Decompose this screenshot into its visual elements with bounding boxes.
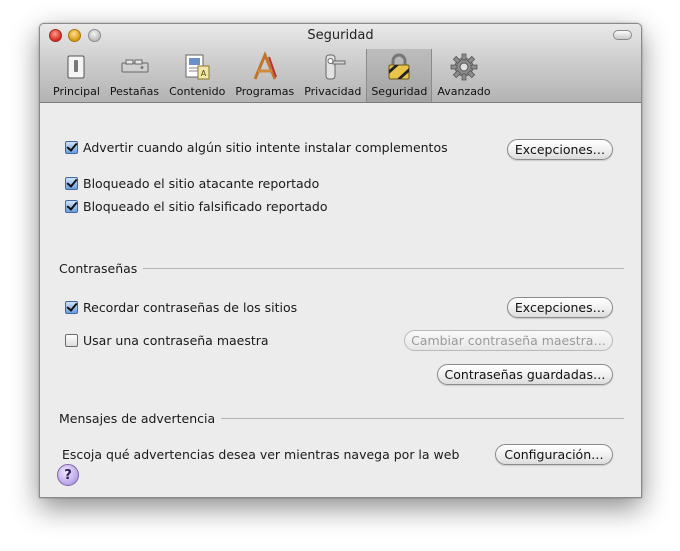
tab-programas[interactable]: Programas bbox=[230, 49, 299, 102]
warnings-description-row: Escoja qué advertencias desea ver mientr… bbox=[62, 447, 459, 462]
remember-passwords-row: Recordar contraseñas de los sitios bbox=[65, 300, 297, 315]
gear-icon bbox=[450, 53, 478, 81]
remember-passwords-label: Recordar contraseñas de los sitios bbox=[83, 300, 298, 315]
toolbar-toggle-button[interactable] bbox=[613, 30, 632, 40]
warnings-settings-button[interactable]: Configuración… bbox=[495, 444, 613, 465]
window-title: Seguridad bbox=[307, 28, 374, 43]
applications-icon bbox=[253, 51, 277, 80]
tab-principal[interactable]: Principal bbox=[48, 49, 105, 102]
block-attack-checkbox[interactable] bbox=[65, 177, 78, 190]
lock-icon bbox=[388, 53, 410, 80]
tab-pestanas[interactable]: Pestañas bbox=[105, 49, 164, 102]
help-button[interactable]: ? bbox=[57, 464, 79, 486]
addons-exceptions-button[interactable]: Excepciones… bbox=[507, 139, 613, 160]
block-forgery-row: Bloqueado el sitio falsificado reportado bbox=[65, 199, 327, 214]
security-panel: Advertir cuando algún sitio intente inst… bbox=[40, 104, 641, 497]
section-divider bbox=[143, 268, 624, 269]
switch-icon bbox=[67, 55, 85, 79]
change-master-password-button[interactable]: Cambiar contraseña maestra… bbox=[404, 330, 613, 351]
preferences-window: Seguridad Principal Pestañas A Contenido… bbox=[39, 23, 642, 498]
tab-label: Pestañas bbox=[109, 85, 160, 98]
tab-label: Programas bbox=[235, 85, 295, 98]
warn-addons-row: Advertir cuando algún sitio intente inst… bbox=[65, 140, 448, 155]
tab-label: Avanzado bbox=[437, 85, 491, 98]
tab-label: Seguridad bbox=[371, 85, 428, 98]
tab-label: Privacidad bbox=[304, 85, 362, 98]
privacy-icon bbox=[325, 54, 346, 80]
block-attack-row: Bloqueado el sitio atacante reportado bbox=[65, 176, 319, 191]
tab-seguridad[interactable]: Seguridad bbox=[366, 49, 433, 102]
passwords-heading: Contraseñas bbox=[59, 261, 138, 276]
content-icon: A bbox=[185, 54, 210, 80]
block-attack-label: Bloqueado el sitio atacante reportado bbox=[83, 176, 320, 191]
section-divider bbox=[221, 418, 624, 419]
question-mark-icon: ? bbox=[64, 467, 72, 483]
saved-passwords-button[interactable]: Contraseñas guardadas… bbox=[437, 364, 613, 385]
preferences-toolbar: Principal Pestañas A Contenido Programas… bbox=[48, 49, 496, 102]
remember-passwords-checkbox[interactable] bbox=[65, 301, 78, 314]
svg-text:A: A bbox=[201, 69, 207, 78]
tabs-icon bbox=[121, 59, 148, 73]
master-password-checkbox[interactable] bbox=[65, 334, 78, 347]
block-forgery-label: Bloqueado el sitio falsificado reportado bbox=[83, 199, 328, 214]
master-password-label: Usar una contraseña maestra bbox=[83, 333, 269, 348]
master-password-row: Usar una contraseña maestra bbox=[65, 333, 269, 348]
warn-addons-checkbox[interactable] bbox=[65, 141, 78, 154]
warn-addons-label: Advertir cuando algún sitio intente inst… bbox=[83, 140, 448, 155]
warnings-description: Escoja qué advertencias desea ver mientr… bbox=[62, 447, 460, 462]
passwords-section-header: Contraseñas bbox=[59, 261, 624, 276]
tab-label: Principal bbox=[53, 85, 100, 98]
tab-avanzado[interactable]: Avanzado bbox=[432, 49, 495, 102]
tab-privacidad[interactable]: Privacidad bbox=[299, 49, 366, 102]
tab-label: Contenido bbox=[169, 85, 226, 98]
title-bar: Seguridad Principal Pestañas A Contenido… bbox=[40, 24, 641, 103]
passwords-exceptions-button[interactable]: Excepciones… bbox=[507, 297, 613, 318]
tab-contenido[interactable]: A Contenido bbox=[164, 49, 230, 102]
block-forgery-checkbox[interactable] bbox=[65, 200, 78, 213]
warnings-heading: Mensajes de advertencia bbox=[59, 411, 216, 426]
warnings-section-header: Mensajes de advertencia bbox=[59, 411, 624, 426]
